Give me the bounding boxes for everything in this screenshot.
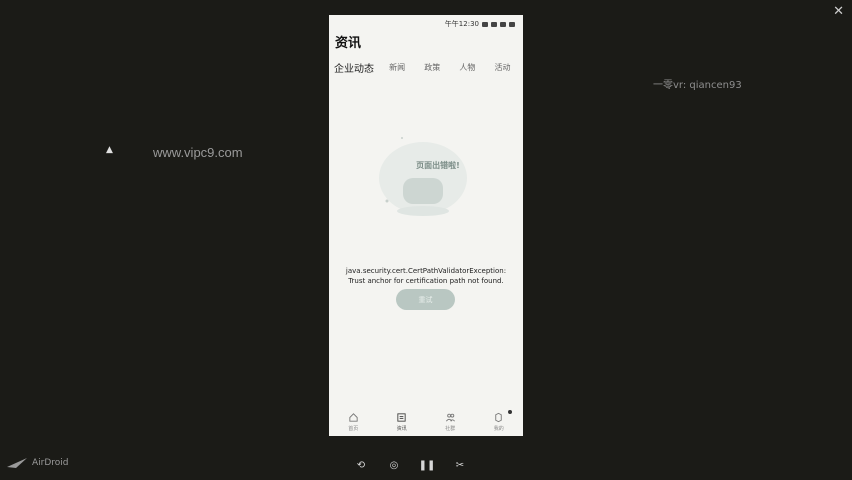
error-illustration-graphic — [379, 137, 467, 216]
nav-news-label: 资讯 — [396, 426, 407, 432]
category-tabs: 企业动态 新闻 政策 人物 活动 — [334, 60, 520, 75]
airdroid-logo: AirDroid — [6, 457, 69, 469]
status-bar: 午午12:30 — [445, 19, 515, 29]
notification-icon — [482, 21, 488, 27]
profile-icon — [495, 412, 502, 423]
error-illustration: 页面出错啦! — [373, 123, 473, 233]
wifi-icon — [500, 21, 506, 27]
cut-icon[interactable]: ✂ — [452, 457, 468, 473]
signal-icon — [491, 21, 497, 27]
mirror-controls: ⟲ ◎ ❚❚ ✂ — [353, 457, 468, 473]
community-icon — [445, 413, 455, 422]
news-icon — [397, 413, 406, 422]
tab-company-news[interactable]: 企业动态 — [334, 60, 380, 75]
nav-profile-label: 我的 — [493, 426, 504, 432]
screenshot-icon[interactable]: ◎ — [386, 457, 402, 473]
nav-profile[interactable]: 我的 — [475, 408, 524, 436]
tab-events[interactable]: 活动 — [485, 62, 520, 73]
rotate-screen-icon[interactable]: ⟲ — [353, 457, 369, 473]
nav-community-label: 社群 — [445, 426, 456, 432]
nav-community[interactable]: 社群 — [426, 408, 475, 436]
watermark-right: 一零vr: qiancen93 — [653, 80, 742, 91]
airdroid-plane-icon — [7, 458, 27, 468]
nav-news[interactable]: 资讯 — [378, 408, 427, 436]
nav-home[interactable]: 首页 — [329, 408, 378, 436]
mouse-cursor-icon: ▲ — [106, 145, 113, 155]
notification-badge — [508, 410, 512, 414]
page-title: 资讯 — [335, 36, 362, 51]
watermark: www.vipc9.com — [153, 145, 243, 160]
tab-news[interactable]: 新闻 — [380, 62, 415, 73]
tab-policy[interactable]: 政策 — [415, 62, 450, 73]
status-time: 午午12:30 — [444, 20, 479, 28]
retry-button[interactable]: 重试 — [396, 289, 455, 310]
nav-home-label: 首页 — [348, 426, 359, 432]
illustration-text: 页面出错啦! — [416, 161, 460, 170]
battery-icon — [509, 21, 515, 27]
airdroid-brand: AirDroid — [32, 458, 69, 468]
pause-icon[interactable]: ❚❚ — [419, 457, 436, 473]
home-icon — [349, 413, 358, 422]
bottom-navigation: 首页 资讯 社群 我的 — [329, 408, 523, 436]
error-message: java.security.cert.CertPathValidatorExce… — [345, 267, 507, 285]
tab-people[interactable]: 人物 — [450, 62, 485, 73]
close-window-icon[interactable]: ✕ — [833, 4, 844, 19]
phone-screen: 午午12:30 资讯 企业动态 新闻 政策 人物 活动 页面出错啦! java.… — [329, 15, 523, 436]
